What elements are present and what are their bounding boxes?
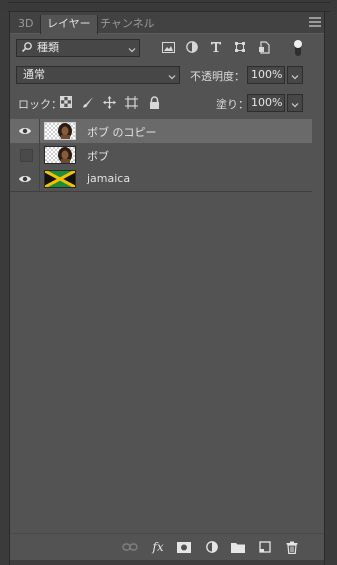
fill-label: 塗り： bbox=[216, 98, 249, 111]
panel-menu-icon[interactable] bbox=[309, 17, 321, 27]
layer-thumbnail-bob bbox=[44, 146, 76, 164]
fill-slider-button[interactable] bbox=[287, 94, 303, 112]
adjustment-filter-icon[interactable] bbox=[184, 39, 200, 55]
new-layer-icon[interactable] bbox=[257, 540, 273, 554]
lock-image-pixels-icon[interactable] bbox=[80, 94, 96, 110]
filter-toggle-icon[interactable] bbox=[290, 36, 306, 58]
layers-bottom-toolbar: fx bbox=[10, 533, 324, 560]
photoshop-layers-window: 3D レイヤー チャンネル 種類 通常 不透明度： 100% ロック： 塗り： … bbox=[0, 0, 337, 565]
layer-name[interactable]: ボブ bbox=[87, 148, 109, 164]
filter-kind-dropdown[interactable]: 種類 bbox=[16, 39, 140, 57]
chevron-down-icon bbox=[168, 70, 176, 80]
lock-artboard-icon[interactable] bbox=[123, 94, 139, 110]
visibility-eye-icon[interactable] bbox=[17, 172, 33, 186]
layer-row[interactable]: ボブ bbox=[10, 143, 312, 168]
panel-tab-bar: 3D レイヤー チャンネル bbox=[10, 12, 324, 34]
left-dock-edge bbox=[0, 12, 10, 565]
chevron-down-icon bbox=[128, 43, 136, 53]
filter-kind-label: 種類 bbox=[37, 41, 59, 54]
visibility-eye-icon[interactable] bbox=[17, 124, 33, 138]
layer-thumbnail-jamaica-flag bbox=[44, 170, 76, 188]
blend-mode-dropdown[interactable]: 通常 bbox=[16, 66, 180, 84]
tab-layers[interactable]: レイヤー bbox=[40, 15, 98, 34]
type-filter-icon[interactable] bbox=[208, 39, 224, 55]
visibility-toggle-off[interactable] bbox=[20, 149, 33, 162]
lock-row: ロック： 塗り： 100% bbox=[10, 94, 324, 112]
shape-filter-icon[interactable] bbox=[232, 39, 248, 55]
layer-thumbnail-bob bbox=[44, 122, 76, 140]
lock-all-icon[interactable] bbox=[146, 94, 162, 110]
search-icon bbox=[21, 41, 33, 58]
chevron-down-icon bbox=[291, 98, 299, 108]
lock-label: ロック： bbox=[18, 98, 62, 111]
new-group-icon[interactable] bbox=[230, 540, 246, 554]
opacity-value: 100% bbox=[251, 68, 283, 81]
top-dock-strip bbox=[0, 0, 337, 12]
layer-name[interactable]: jamaica bbox=[87, 172, 130, 185]
blend-mode-value: 通常 bbox=[23, 68, 45, 81]
tab-channels[interactable]: チャンネル bbox=[94, 15, 161, 33]
layers-panel: 3D レイヤー チャンネル 種類 通常 不透明度： 100% ロック： 塗り： … bbox=[10, 12, 324, 560]
delete-layer-icon[interactable] bbox=[284, 540, 300, 554]
chevron-down-icon bbox=[291, 70, 299, 80]
lock-position-icon[interactable] bbox=[101, 94, 117, 110]
opacity-slider-button[interactable] bbox=[287, 66, 303, 84]
layer-name[interactable]: ボブ のコピー bbox=[87, 124, 157, 140]
filter-row: 種類 bbox=[10, 39, 324, 57]
right-dock-edge bbox=[324, 12, 337, 565]
layer-row[interactable]: ボブ のコピー bbox=[10, 119, 312, 144]
link-layers-icon[interactable] bbox=[122, 540, 138, 554]
add-mask-icon[interactable] bbox=[176, 540, 192, 554]
fill-input[interactable]: 100% bbox=[247, 94, 285, 112]
opacity-input[interactable]: 100% bbox=[247, 66, 285, 84]
new-adjustment-layer-icon[interactable] bbox=[204, 540, 220, 554]
image-filter-icon[interactable] bbox=[160, 39, 176, 55]
fx-icon[interactable]: fx bbox=[150, 540, 166, 554]
fill-value: 100% bbox=[251, 96, 283, 109]
blend-row: 通常 不透明度： 100% bbox=[10, 66, 324, 84]
opacity-label: 不透明度： bbox=[190, 70, 245, 83]
layer-row[interactable]: jamaica bbox=[10, 167, 312, 192]
lock-transparent-pixels-icon[interactable] bbox=[58, 94, 74, 110]
smart-object-filter-icon[interactable] bbox=[256, 39, 272, 55]
tab-3d[interactable]: 3D bbox=[12, 15, 39, 33]
